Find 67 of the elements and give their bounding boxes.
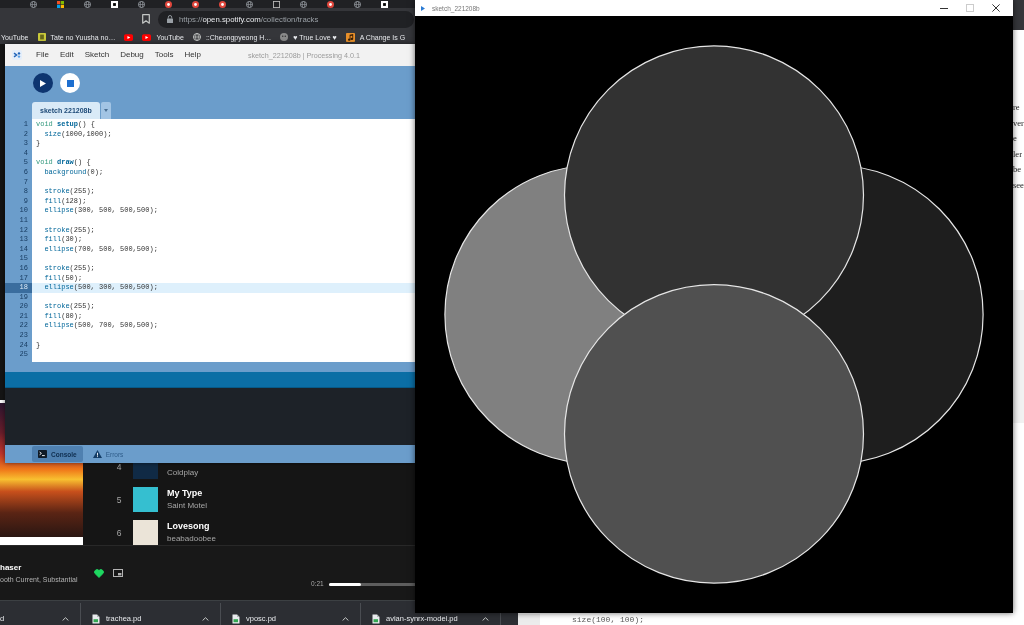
chevron-up-icon[interactable] bbox=[202, 617, 209, 621]
bookmark-link[interactable] bbox=[124, 31, 134, 43]
chevron-up-icon[interactable] bbox=[342, 617, 349, 621]
globe-icon[interactable] bbox=[246, 0, 253, 8]
frame-icon[interactable] bbox=[273, 0, 280, 8]
music-note-icon bbox=[345, 32, 355, 42]
bookmark-icon[interactable] bbox=[142, 14, 150, 24]
globe-icon[interactable] bbox=[84, 0, 91, 8]
caret-down-icon bbox=[103, 109, 108, 112]
page-text: see bbox=[1013, 178, 1024, 192]
square-icon[interactable] bbox=[111, 0, 118, 8]
menu-item[interactable]: Sketch bbox=[84, 50, 110, 60]
terminal-icon bbox=[38, 450, 47, 458]
page-text: re bbox=[1013, 101, 1021, 114]
stop-icon bbox=[66, 79, 74, 87]
play-button-icon bbox=[124, 33, 134, 41]
page-text: be bbox=[1013, 163, 1023, 177]
play-icon bbox=[40, 79, 46, 87]
file-icon bbox=[92, 614, 100, 624]
square-icon[interactable] bbox=[381, 0, 388, 8]
menu-item[interactable]: Debug bbox=[120, 50, 144, 60]
play-button-icon bbox=[142, 33, 152, 41]
circle-icon bbox=[280, 33, 289, 41]
run-button[interactable] bbox=[33, 73, 53, 93]
chevron-up-icon[interactable] bbox=[62, 617, 69, 621]
track-number: 5 bbox=[115, 494, 123, 505]
menu-item[interactable]: File bbox=[36, 50, 49, 60]
track-number: 6 bbox=[115, 527, 123, 538]
mini-player-icon[interactable] bbox=[113, 569, 123, 577]
track-title[interactable]: Lovesong bbox=[167, 521, 216, 532]
menu-item[interactable]: Help bbox=[184, 50, 201, 60]
menu-item[interactable]: Tools bbox=[154, 50, 174, 60]
globe-icon[interactable] bbox=[300, 0, 307, 8]
record-icon[interactable] bbox=[165, 0, 172, 8]
track-artist[interactable]: Saint Motel bbox=[167, 501, 208, 511]
globe-icon[interactable] bbox=[354, 0, 361, 8]
record-icon[interactable] bbox=[219, 0, 226, 8]
chevron-up-icon[interactable] bbox=[482, 617, 489, 621]
globe-icon[interactable] bbox=[30, 0, 37, 8]
globe-icon[interactable] bbox=[138, 0, 145, 8]
record-icon[interactable] bbox=[192, 0, 199, 8]
page-text: ler bbox=[1013, 147, 1023, 161]
file-icon bbox=[372, 614, 380, 624]
tile-icon bbox=[37, 33, 46, 41]
track-number: 4 bbox=[115, 461, 123, 472]
line-gutter bbox=[518, 614, 540, 625]
globe-icon bbox=[192, 33, 201, 41]
close-icon[interactable] bbox=[992, 4, 1000, 12]
heart-icon[interactable] bbox=[94, 568, 104, 578]
progress-track[interactable] bbox=[328, 582, 416, 586]
grid-icon[interactable] bbox=[57, 0, 64, 8]
page-text: e bbox=[1013, 132, 1018, 146]
lock-icon bbox=[167, 15, 173, 23]
record-icon[interactable] bbox=[327, 0, 334, 8]
track-artist[interactable]: Coldplay bbox=[167, 468, 199, 478]
minimize-icon[interactable] bbox=[940, 7, 948, 9]
warning-icon bbox=[92, 450, 102, 458]
triangle-icon bbox=[421, 5, 425, 11]
code-line: size(100, 100); bbox=[572, 614, 644, 625]
page-text: ver bbox=[1013, 116, 1024, 130]
now-playing-title[interactable]: haser bbox=[0, 562, 94, 573]
app-logo-icon bbox=[12, 50, 22, 60]
track-title[interactable]: My Type bbox=[167, 488, 208, 499]
menu-item[interactable]: Edit bbox=[59, 50, 74, 60]
file-icon bbox=[232, 614, 240, 624]
stop-button[interactable] bbox=[60, 73, 80, 93]
track-artist[interactable]: beabadoobee bbox=[167, 534, 216, 544]
